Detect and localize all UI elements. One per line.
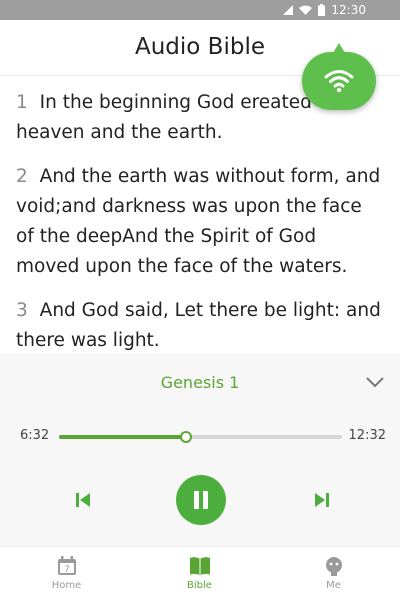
battery-icon (318, 4, 326, 16)
signal-icon (283, 5, 294, 15)
book-icon (189, 557, 210, 575)
wifi-status-icon (299, 5, 313, 15)
next-button[interactable] (311, 489, 333, 511)
skip-next-icon (315, 493, 329, 507)
chapter-title[interactable]: Genesis 1 (0, 373, 400, 392)
nav-item-me[interactable]: Me (267, 547, 400, 601)
bottom-nav: 7 Home Bible Me (0, 546, 400, 600)
chevron-down-icon[interactable] (366, 376, 384, 388)
pause-button[interactable] (176, 475, 226, 525)
profile-icon (325, 557, 342, 576)
verse-number: 3 (16, 300, 28, 321)
nav-item-bible[interactable]: Bible (133, 547, 266, 601)
verse: 3 And God said, Let there be light: and … (16, 296, 384, 356)
audio-player: Genesis 1 6:32 12:32 (0, 356, 400, 546)
nav-item-home[interactable]: 7 Home (0, 547, 133, 601)
skip-previous-icon (76, 493, 90, 507)
verse-text: In the beginning God ereated the heaven … (16, 92, 349, 143)
wifi-icon (324, 70, 354, 93)
calendar-icon: 7 (57, 556, 76, 575)
seek-progress (59, 435, 187, 439)
svg-text:7: 7 (64, 565, 70, 575)
status-bar: 12:30 (0, 0, 400, 20)
current-time: 6:32 (20, 428, 50, 443)
nav-label: Me (326, 580, 341, 591)
verse-text: And God said, Let there be light: and th… (16, 300, 381, 351)
nav-label: Bible (187, 580, 212, 591)
verse-text: And the earth was without form, and void… (16, 166, 381, 277)
verse-number: 1 (16, 92, 28, 113)
previous-button[interactable] (72, 489, 94, 511)
seek-thumb[interactable] (180, 431, 193, 443)
status-time: 12:30 (331, 3, 366, 17)
status-icons: 12:30 (283, 3, 366, 17)
total-time: 12:32 (348, 428, 386, 443)
nav-label: Home (51, 580, 82, 591)
pause-icon (194, 491, 208, 509)
verse-number: 2 (16, 166, 28, 187)
wifi-button[interactable] (302, 43, 376, 110)
verse-list: 1 In the beginning God ereated the heave… (16, 88, 384, 370)
verse: 2 And the earth was without form, and vo… (16, 162, 384, 282)
seek-bar[interactable] (59, 431, 342, 443)
